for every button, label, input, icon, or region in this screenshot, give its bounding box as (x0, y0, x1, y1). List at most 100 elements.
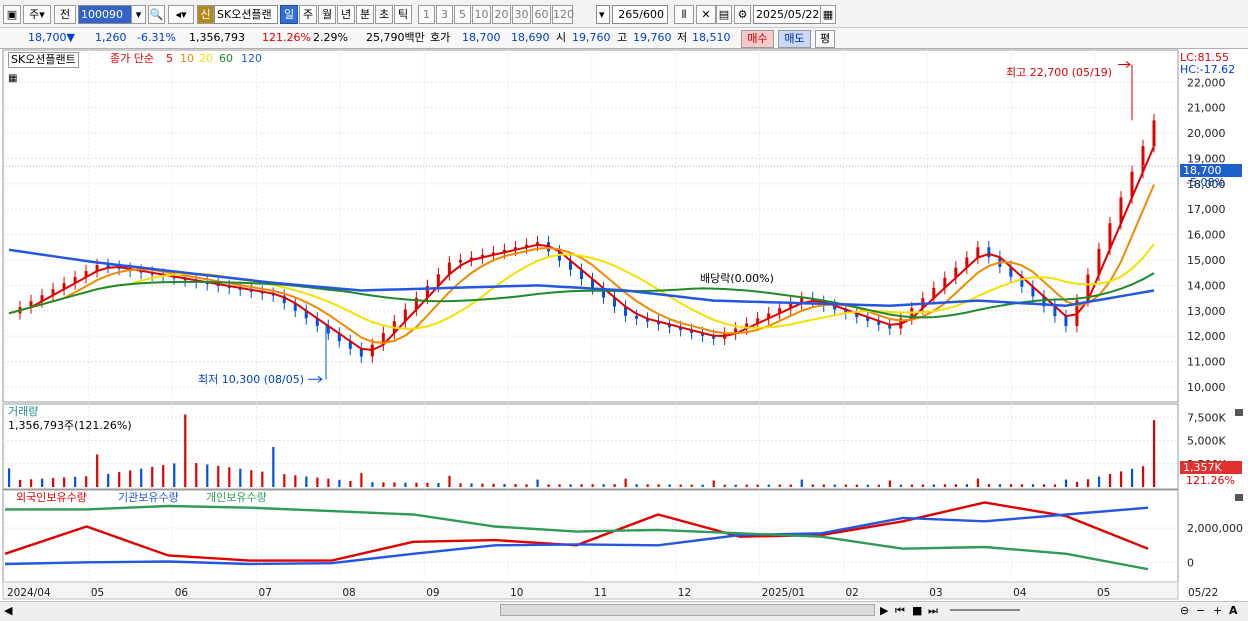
volume-bar (800, 479, 803, 487)
stock-chart[interactable]: 22,00021,00020,00019,00018,00017,00016,0… (0, 0, 1248, 621)
stop-icon[interactable]: ■ (912, 602, 922, 620)
volume-bar (481, 483, 484, 487)
candle-body (976, 247, 980, 258)
volume-bar (888, 480, 891, 487)
x-tick-label: 10 (510, 587, 523, 599)
ma-20-legend: 20 (199, 52, 213, 65)
volume-bar (1009, 484, 1013, 487)
volume-bar (261, 471, 264, 487)
volume-bar (1108, 473, 1112, 487)
volume-bar (184, 414, 187, 487)
table-icon[interactable]: ▦ (8, 70, 17, 88)
volume-bar (536, 479, 539, 487)
candle-body (987, 247, 991, 258)
volume-bar (283, 474, 286, 487)
holding-panel (2, 489, 1179, 583)
ma-120-legend: 120 (241, 52, 262, 65)
x-tick-label: 08 (342, 587, 355, 599)
candle-body (359, 348, 363, 357)
volume-bar (624, 478, 627, 487)
institution-legend: 기관보유수량 (118, 491, 179, 504)
rewind-icon[interactable]: ⏮ (895, 602, 905, 620)
volume-bar (789, 484, 792, 487)
volume-bar (613, 484, 616, 487)
volume-bar (932, 484, 936, 487)
volume-bar (437, 482, 440, 487)
volume-panel-value: 1,356,793주(121.26%) (8, 419, 132, 432)
font-size-icon[interactable]: A (1229, 602, 1238, 620)
volume-bar (371, 482, 374, 487)
volume-bar (525, 484, 528, 487)
volume-bar (294, 475, 297, 487)
candle-body (635, 315, 639, 319)
scroll-right-icon[interactable]: ▶ (880, 602, 888, 620)
zoom-out-icon[interactable]: ⊖ (1180, 602, 1189, 620)
volume-bar (844, 484, 847, 487)
dividend-annotation: 배당락(0.00%) (700, 272, 774, 285)
volume-bar (63, 477, 66, 487)
minus-icon[interactable]: − (1196, 602, 1205, 620)
volume-bar (52, 478, 55, 487)
volume-current-tag: 1,357K (1180, 461, 1242, 474)
volume-bar (30, 479, 33, 487)
volume-bar (767, 484, 770, 487)
volume-panel (2, 403, 1179, 490)
price-tick-label: 14,000 (1187, 279, 1226, 292)
forward-icon[interactable]: ⏭ (928, 602, 938, 620)
current-price-pct: -5.08% (1186, 176, 1225, 189)
hc-value: HC:-17.62 (1180, 63, 1236, 76)
price-tick-label: 13,000 (1187, 305, 1226, 318)
plus-icon[interactable]: + (1213, 602, 1222, 620)
volume-bar (107, 473, 110, 487)
volume-bar (415, 482, 418, 487)
volume-bar (1020, 484, 1024, 487)
scroll-left-icon[interactable]: ◀ (4, 602, 12, 620)
scrollbar-thumb[interactable] (500, 604, 875, 616)
candle-body (1064, 316, 1068, 326)
zoom-slider[interactable] (950, 609, 1020, 611)
volume-bar (866, 484, 869, 487)
ma-5-legend: 5 (166, 52, 173, 65)
x-tick-label: 05 (91, 587, 104, 599)
volume-bar (393, 482, 396, 487)
price-tick-label: 16,000 (1187, 229, 1226, 242)
price-tick-label: 10,000 (1187, 381, 1226, 394)
stock-label[interactable]: SK오션플랜트 (8, 52, 79, 68)
volume-bar (305, 476, 308, 487)
volume-bar (173, 463, 176, 487)
volume-bar (1097, 476, 1101, 487)
x-tick-label: 07 (259, 587, 272, 599)
volume-bar (382, 482, 385, 487)
volume-bar (74, 476, 77, 487)
volume-bar (976, 478, 980, 487)
volume-bar (811, 484, 814, 487)
volume-bar (1075, 481, 1079, 487)
volume-bar (921, 484, 924, 487)
volume-bar (668, 484, 671, 487)
holding-tick-label: 2,000,000 (1187, 522, 1243, 535)
volume-bar (569, 484, 572, 487)
price-tick-label: 17,000 (1187, 203, 1226, 216)
price-tick-label: 11,000 (1187, 356, 1226, 369)
volume-bar (316, 477, 319, 487)
volume-bar (140, 468, 143, 487)
volume-bar (217, 465, 220, 487)
price-tick-label: 12,000 (1187, 330, 1226, 343)
foreign-legend: 외국인보유수량 (16, 491, 87, 504)
x-tick-label: 04 (1013, 587, 1027, 599)
volume-bar (943, 484, 947, 487)
volume-bar (426, 482, 429, 487)
volume-bar (459, 483, 462, 487)
holding-tick-label: 0 (1187, 556, 1194, 569)
volume-bar (195, 463, 198, 487)
x-tick-label: 06 (175, 587, 189, 599)
volume-bar (635, 484, 638, 487)
volume-bar (833, 484, 836, 487)
volume-bar (734, 484, 737, 487)
x-tick-label: 2025/01 (762, 587, 806, 599)
candle-body (1152, 120, 1156, 147)
x-tick-label: 09 (426, 587, 439, 599)
volume-bar (723, 484, 726, 487)
volume-current-pct: 121.26% (1186, 474, 1235, 487)
volume-bar (129, 470, 132, 487)
